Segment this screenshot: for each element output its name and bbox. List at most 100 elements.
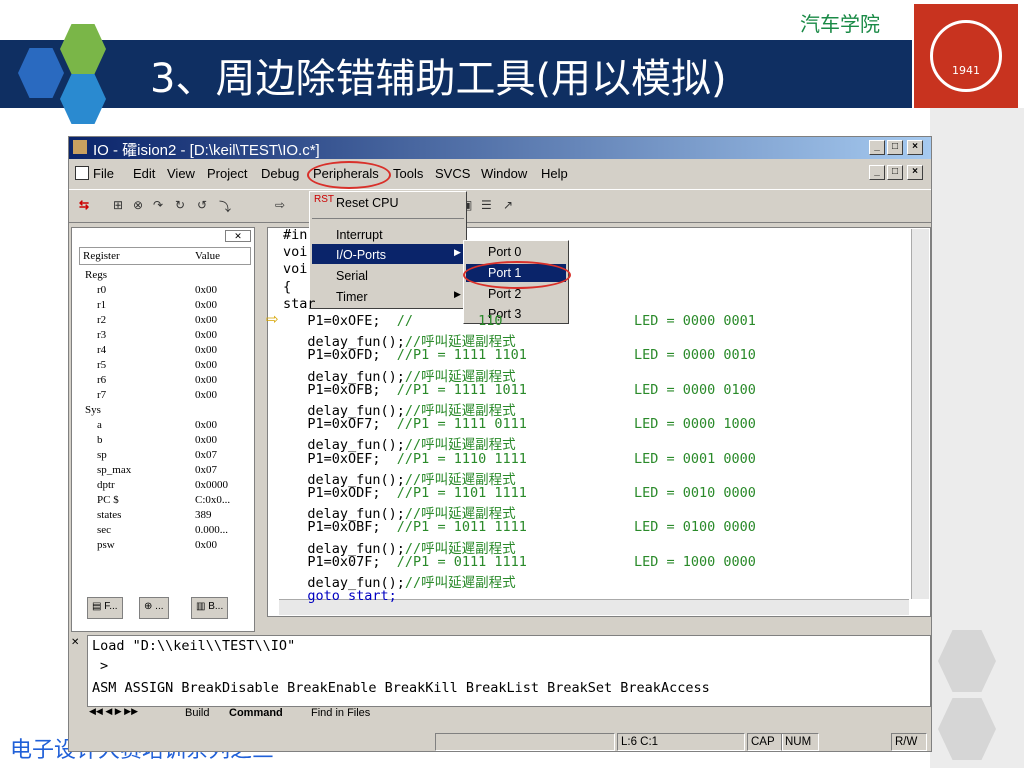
register-value[interactable]: 0x00 xyxy=(195,299,217,311)
register-value[interactable]: 0x07 xyxy=(195,464,217,476)
doc-minimize-button[interactable]: _ xyxy=(869,165,885,180)
submenu-arrow-icon: ▶ xyxy=(454,289,461,299)
code-statement: goto start; xyxy=(283,588,397,605)
menu-item-reset-cpu[interactable]: Reset CPU xyxy=(336,196,399,210)
code-line: P1=0xOFD; //P1 = 1111 1101 xyxy=(283,347,527,364)
register-value[interactable]: 0x0000 xyxy=(195,479,228,491)
menu-item-serial[interactable]: Serial xyxy=(336,269,368,283)
panel-close-icon[interactable]: ✕ xyxy=(225,230,251,242)
register-value[interactable]: 0x00 xyxy=(195,419,217,431)
doc-maximize-button[interactable]: □ xyxy=(887,165,903,180)
register-name: r0 xyxy=(97,284,107,296)
register-value[interactable]: 0x07 xyxy=(195,449,217,461)
code-comment: //P1 = 1111 1101 xyxy=(380,347,527,364)
tab-nav-arrows-icon[interactable]: ◀◀ ◀ ▶ ▶▶ xyxy=(89,706,138,717)
led-comment: LED = 0001 0000 xyxy=(634,450,756,467)
tab-command[interactable]: Command xyxy=(229,707,283,719)
output-window[interactable]: Load "D:\\keil\\TEST\\IO" > ASM ASSIGN B… xyxy=(87,635,931,707)
menu-view[interactable]: View xyxy=(167,166,195,181)
code-comment: //P1 = 1101 1111 xyxy=(380,485,527,501)
menu-window[interactable]: Window xyxy=(481,166,527,181)
tab-books[interactable]: ▥ B... xyxy=(191,597,229,619)
window-title: IO - 礭ision2 - [D:\keil\TEST\IO.c*] xyxy=(93,142,320,159)
code-comment: //P1 = 1110 1111 xyxy=(380,450,527,467)
step-over-icon[interactable]: ↻ xyxy=(175,198,185,212)
slide-title: 3、周边除错辅助工具(用以模拟) xyxy=(150,56,727,102)
stop-icon[interactable]: ⊗ xyxy=(133,198,143,212)
code-comment: //P1 = 0111 1111 xyxy=(380,553,527,570)
code-comment: //P1 = 1111 1011 xyxy=(380,381,527,398)
code-line: P1=0xODF; //P1 = 1101 1111 xyxy=(283,485,527,501)
doc-close-button[interactable]: × xyxy=(907,165,923,180)
register-name: r7 xyxy=(97,389,107,401)
close-button[interactable]: × xyxy=(907,140,923,155)
maximize-button[interactable]: □ xyxy=(887,140,903,155)
register-value[interactable]: 0x00 xyxy=(195,539,217,551)
code-comment: // 110 xyxy=(380,313,503,329)
code-comment: //P1 = 1011 1111 xyxy=(380,519,527,536)
register-value[interactable]: C:0x0... xyxy=(195,494,230,506)
output-close-icon[interactable]: ✕ xyxy=(71,637,83,649)
register-value[interactable]: 0x00 xyxy=(195,314,217,326)
menu-item-timer[interactable]: Timer xyxy=(336,290,367,304)
status-num: NUM xyxy=(781,733,819,751)
tab-books-label: B... xyxy=(208,601,224,612)
list-icon[interactable]: ☰ xyxy=(481,198,492,212)
menu-item-io-ports[interactable]: I/O-Ports xyxy=(336,248,386,262)
register-value[interactable]: 389 xyxy=(195,509,212,521)
code-line: goto start; xyxy=(283,588,397,605)
menu-item-port-0[interactable]: Port 0 xyxy=(488,245,521,259)
run-icon[interactable]: ⊞ xyxy=(113,198,123,212)
editor-scrollbar[interactable] xyxy=(911,229,929,599)
led-comment: LED = 1000 0000 xyxy=(634,553,756,570)
code-line: P1=0xOF7; //P1 = 1111 0111 xyxy=(283,416,526,432)
menu-svcs[interactable]: SVCS xyxy=(435,166,470,181)
tools-icon[interactable]: ↗ xyxy=(503,198,513,212)
register-value[interactable]: 0x00 xyxy=(195,284,217,296)
menu-project[interactable]: Project xyxy=(207,166,247,181)
tab-build[interactable]: Build xyxy=(185,707,209,719)
code-line: star xyxy=(283,296,316,312)
status-rw: R/W xyxy=(891,733,927,751)
arrow-icon[interactable]: ⇨ xyxy=(275,198,285,212)
tab-files[interactable]: ▤ F... xyxy=(87,597,123,619)
command-prompt[interactable]: > xyxy=(100,658,108,674)
document-icon xyxy=(75,166,89,180)
step-into-icon[interactable]: ↷ xyxy=(153,198,163,212)
menu-edit[interactable]: Edit xyxy=(133,166,155,181)
register-value[interactable]: 0x00 xyxy=(195,344,217,356)
code-line: P1=0xOFB; //P1 = 1111 1011 xyxy=(283,381,527,398)
tab-registers[interactable]: ⊕ ... xyxy=(139,597,169,619)
register-value[interactable]: 0x00 xyxy=(195,374,217,386)
menu-file[interactable]: File xyxy=(93,166,114,181)
code-line: voi xyxy=(283,244,307,260)
register-value[interactable]: 0x00 xyxy=(195,359,217,371)
register-name: states xyxy=(97,509,122,521)
register-value[interactable]: 0x00 xyxy=(195,389,217,401)
register-value[interactable]: 0x00 xyxy=(195,434,217,446)
register-name: sec xyxy=(97,524,112,536)
register-value[interactable]: 0x00 xyxy=(195,329,217,341)
menu-tools[interactable]: Tools xyxy=(393,166,423,181)
menu-debug[interactable]: Debug xyxy=(261,166,299,181)
register-name: sp_max xyxy=(97,464,132,476)
register-value[interactable]: 0.000... xyxy=(195,524,228,536)
run-to-cursor-icon[interactable]: ⤵ xyxy=(219,198,231,215)
menu-help[interactable]: Help xyxy=(541,166,568,181)
code-statement: voi xyxy=(283,261,308,278)
step-out-icon[interactable]: ↺ xyxy=(197,198,207,212)
menu-item-interrupt[interactable]: Interrupt xyxy=(336,228,383,242)
code-statement: P1=0xOFB; xyxy=(283,381,381,398)
led-comment: LED = 0100 0000 xyxy=(634,519,756,536)
status-position: L:6 C:1 xyxy=(617,733,745,751)
uvision-window: IO - 礭ision2 - [D:\keil\TEST\IO.c*] _ □ … xyxy=(68,136,932,752)
minimize-button[interactable]: _ xyxy=(869,140,885,155)
reset-icon[interactable]: ⇆ xyxy=(79,198,89,212)
project-tabs: ▤ F... ⊕ ... ▥ B... xyxy=(71,595,255,619)
register-name: r4 xyxy=(97,344,107,356)
menu-item-port-2[interactable]: Port 2 xyxy=(488,287,521,301)
status-bar: L:6 C:1 CAP NUM R/W xyxy=(69,731,931,751)
tab-find-in-files[interactable]: Find in Files xyxy=(311,707,370,719)
code-line: { xyxy=(283,279,291,295)
led-comment: LED = 0010 0000 xyxy=(634,485,756,501)
